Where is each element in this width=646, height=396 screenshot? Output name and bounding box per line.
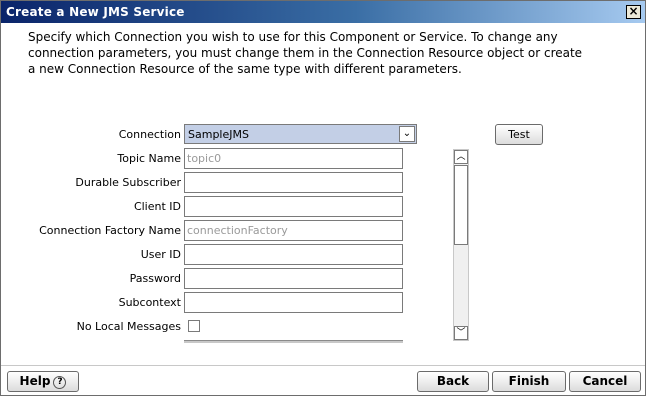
user-id-row: User ID <box>1 244 471 266</box>
connection-row: Connection SampleJMS ⌄ <box>1 124 471 146</box>
topic-name-row: Topic Name topic0 <box>1 148 471 170</box>
chevron-up-icon[interactable]: ︿ <box>454 150 468 164</box>
no-local-messages-row: No Local Messages <box>1 316 471 338</box>
partial-field-edge <box>184 340 403 343</box>
durable-subscriber-label: Durable Subscriber <box>75 176 181 189</box>
help-button-label: Help <box>19 374 51 388</box>
connection-select[interactable]: SampleJMS ⌄ <box>184 124 417 144</box>
finish-button[interactable]: Finish <box>492 371 566 392</box>
test-button[interactable]: Test <box>495 124 543 145</box>
button-bar: Help? Back Finish Cancel <box>1 365 645 395</box>
password-row: Password <box>1 268 471 290</box>
dialog-window: Create a New JMS Service × Specify which… <box>0 0 646 396</box>
chevron-down-icon[interactable]: ⌄ <box>399 126 415 142</box>
topic-name-field[interactable]: topic0 <box>184 148 403 169</box>
client-id-label: Client ID <box>133 200 181 213</box>
subcontext-row: Subcontext <box>1 292 471 314</box>
close-icon: × <box>628 4 639 18</box>
user-id-label: User ID <box>140 248 181 261</box>
scrollbar-thumb[interactable] <box>454 165 468 245</box>
description-text: Specify which Connection you wish to use… <box>28 30 583 76</box>
close-button[interactable]: × <box>626 5 641 19</box>
password-label: Password <box>129 272 181 285</box>
window-title: Create a New JMS Service <box>6 5 185 19</box>
connection-select-value: SampleJMS <box>188 128 249 141</box>
durable-subscriber-row: Durable Subscriber <box>1 172 471 194</box>
chevron-down-icon[interactable]: ﹀ <box>454 326 468 340</box>
client-id-field[interactable] <box>184 196 403 217</box>
title-bar: Create a New JMS Service × <box>1 1 645 23</box>
connection-factory-name-row: Connection Factory Name connectionFactor… <box>1 220 471 242</box>
password-field[interactable] <box>184 268 403 289</box>
question-circle-icon: ? <box>53 376 67 389</box>
connection-factory-name-label: Connection Factory Name <box>39 224 181 237</box>
durable-subscriber-field[interactable] <box>184 172 403 193</box>
form-scrollbar[interactable]: ︿ ﹀ <box>453 149 469 341</box>
client-id-row: Client ID <box>1 196 471 218</box>
connection-label: Connection <box>118 128 181 141</box>
subcontext-field[interactable] <box>184 292 403 313</box>
no-local-messages-checkbox[interactable] <box>188 320 200 332</box>
connection-factory-name-field[interactable]: connectionFactory <box>184 220 403 241</box>
no-local-messages-label: No Local Messages <box>76 320 181 333</box>
topic-name-label: Topic Name <box>117 152 181 165</box>
help-button[interactable]: Help? <box>7 371 79 392</box>
back-button[interactable]: Back <box>417 371 489 392</box>
cancel-button[interactable]: Cancel <box>569 371 641 392</box>
subcontext-label: Subcontext <box>118 296 181 309</box>
user-id-field[interactable] <box>184 244 403 265</box>
